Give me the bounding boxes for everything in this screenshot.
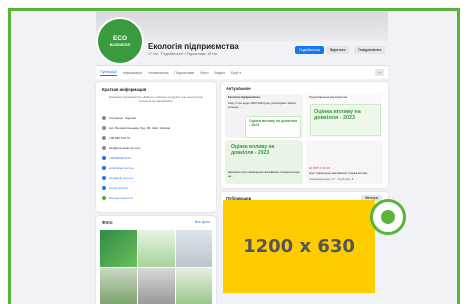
image-size-placeholder: 1200 x 630 <box>223 200 375 293</box>
target-circle-icon <box>370 199 406 235</box>
target-dot-icon <box>381 210 395 224</box>
social-post-graphic: ECO BUSINESS Екологія підприємства 17 ти… <box>0 0 468 304</box>
image-size-label: 1200 x 630 <box>243 236 355 257</box>
